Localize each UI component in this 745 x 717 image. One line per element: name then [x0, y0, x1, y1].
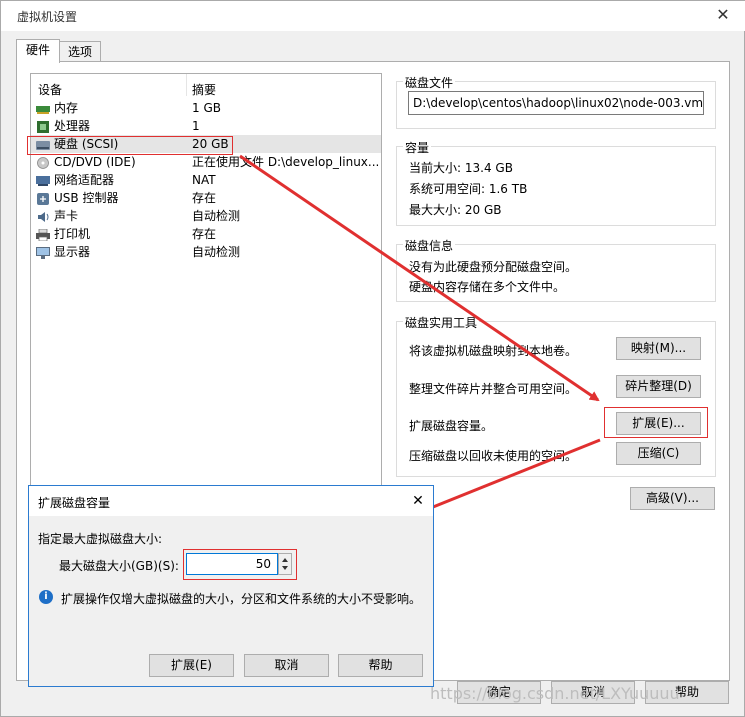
group-title: 磁盘信息: [403, 237, 456, 254]
close-icon[interactable]: ✕: [713, 5, 733, 25]
annotation-box-size-input: [183, 549, 297, 580]
device-row-memory[interactable]: 内存 1 GB: [31, 99, 381, 117]
device-summary: 正在使用文件 D:\develop_linux...: [192, 155, 380, 169]
disk-file-path-field[interactable]: D:\develop\centos\hadoop\linux02\node-00…: [408, 91, 704, 115]
dialog-title: 扩展磁盘容量: [38, 496, 111, 510]
disk-info-line-1: 没有为此硬盘预分配磁盘空间。: [409, 260, 578, 274]
available-space-text: 系统可用空间: 1.6 TB: [409, 182, 528, 196]
sound-card-icon: [36, 210, 50, 222]
defrag-description: 整理文件碎片并整合可用空间。: [409, 382, 578, 396]
dialog-title-bar: 扩展磁盘容量 ✕: [29, 486, 433, 516]
close-icon[interactable]: ✕: [409, 492, 427, 510]
info-text: 扩展操作仅增大虚拟磁盘的大小，分区和文件系统的大小不受影响。: [61, 592, 422, 606]
dialog-expand-button[interactable]: 扩展(E): [149, 654, 234, 677]
expand-disk-dialog: 扩展磁盘容量 ✕ 指定最大虚拟磁盘大小: 最大磁盘大小(GB)(S): 50 i…: [28, 485, 434, 687]
network-adapter-icon: [36, 174, 50, 186]
tab-hardware[interactable]: 硬件: [16, 39, 60, 63]
dialog-help-button[interactable]: 帮助: [338, 654, 423, 677]
expand-description: 扩展磁盘容量。: [409, 419, 494, 433]
disk-info-line-2: 硬盘内容存储在多个文件中。: [409, 280, 566, 294]
tab-options[interactable]: 选项: [59, 41, 101, 62]
device-name: 声卡: [54, 209, 79, 223]
device-summary: 存在: [192, 191, 217, 205]
defragment-button[interactable]: 碎片整理(D): [616, 375, 701, 398]
printer-icon: [36, 228, 50, 242]
watermark: https://blog.csdn.net/LXYuuuuu: [430, 684, 680, 703]
memory-icon: [36, 102, 50, 114]
compact-description: 压缩磁盘以回收未使用的空间。: [409, 449, 578, 463]
max-size-label: 最大磁盘大小(GB)(S):: [59, 559, 179, 573]
device-name: 显示器: [54, 245, 91, 259]
device-name: 打印机: [54, 227, 91, 241]
processor-icon: [36, 120, 50, 133]
device-summary: 存在: [192, 227, 217, 241]
device-summary: NAT: [192, 173, 216, 187]
device-row-usb-controller[interactable]: USB 控制器 存在: [31, 189, 381, 207]
device-row-cd-dvd[interactable]: CD/DVD (IDE) 正在使用文件 D:\develop_linux...: [31, 153, 381, 171]
dialog-cancel-button[interactable]: 取消: [244, 654, 329, 677]
column-header-summary[interactable]: 摘要: [192, 81, 216, 98]
annotation-box-expand: [604, 407, 708, 438]
column-divider: [186, 74, 187, 96]
current-size-text: 当前大小: 13.4 GB: [409, 161, 513, 175]
usb-icon: [36, 192, 50, 205]
device-row-printer[interactable]: 打印机 存在: [31, 225, 381, 243]
device-name: CD/DVD (IDE): [54, 155, 136, 169]
device-name: 处理器: [54, 119, 91, 133]
display-icon: [36, 246, 50, 259]
device-summary: 自动检测: [192, 245, 241, 259]
cd-dvd-icon: [36, 156, 50, 169]
device-summary: 1 GB: [192, 101, 221, 115]
group-title: 容量: [403, 139, 432, 156]
group-title: 磁盘实用工具: [403, 314, 480, 331]
annotation-box-hard-disk: [27, 136, 233, 155]
map-button[interactable]: 映射(M)...: [616, 337, 701, 360]
advanced-button[interactable]: 高级(V)...: [630, 487, 715, 510]
device-row-network-adapter[interactable]: 网络适配器 NAT: [31, 171, 381, 189]
map-description: 将该虚拟机磁盘映射到本地卷。: [409, 344, 578, 358]
column-header-device[interactable]: 设备: [38, 81, 62, 98]
device-name: 网络适配器: [54, 173, 115, 187]
max-size-text: 最大大小: 20 GB: [409, 203, 502, 217]
device-row-display[interactable]: 显示器 自动检测: [31, 243, 381, 261]
device-row-sound-card[interactable]: 声卡 自动检测: [31, 207, 381, 225]
device-name: USB 控制器: [54, 191, 119, 205]
device-name: 内存: [54, 101, 79, 115]
compact-button[interactable]: 压缩(C): [616, 442, 701, 465]
device-summary: 自动检测: [192, 209, 241, 223]
title-bar: 虚拟机设置 ✕: [1, 1, 745, 31]
group-title: 磁盘文件: [403, 74, 456, 91]
window-title: 虚拟机设置: [17, 10, 78, 24]
dialog-body: 指定最大虚拟磁盘大小: 最大磁盘大小(GB)(S): 50 i 扩展操作仅增大虚…: [29, 516, 433, 686]
device-summary: 1: [192, 119, 200, 133]
device-row-processor[interactable]: 处理器 1: [31, 117, 381, 135]
info-icon: i: [39, 590, 53, 604]
dialog-heading: 指定最大虚拟磁盘大小:: [38, 532, 163, 546]
